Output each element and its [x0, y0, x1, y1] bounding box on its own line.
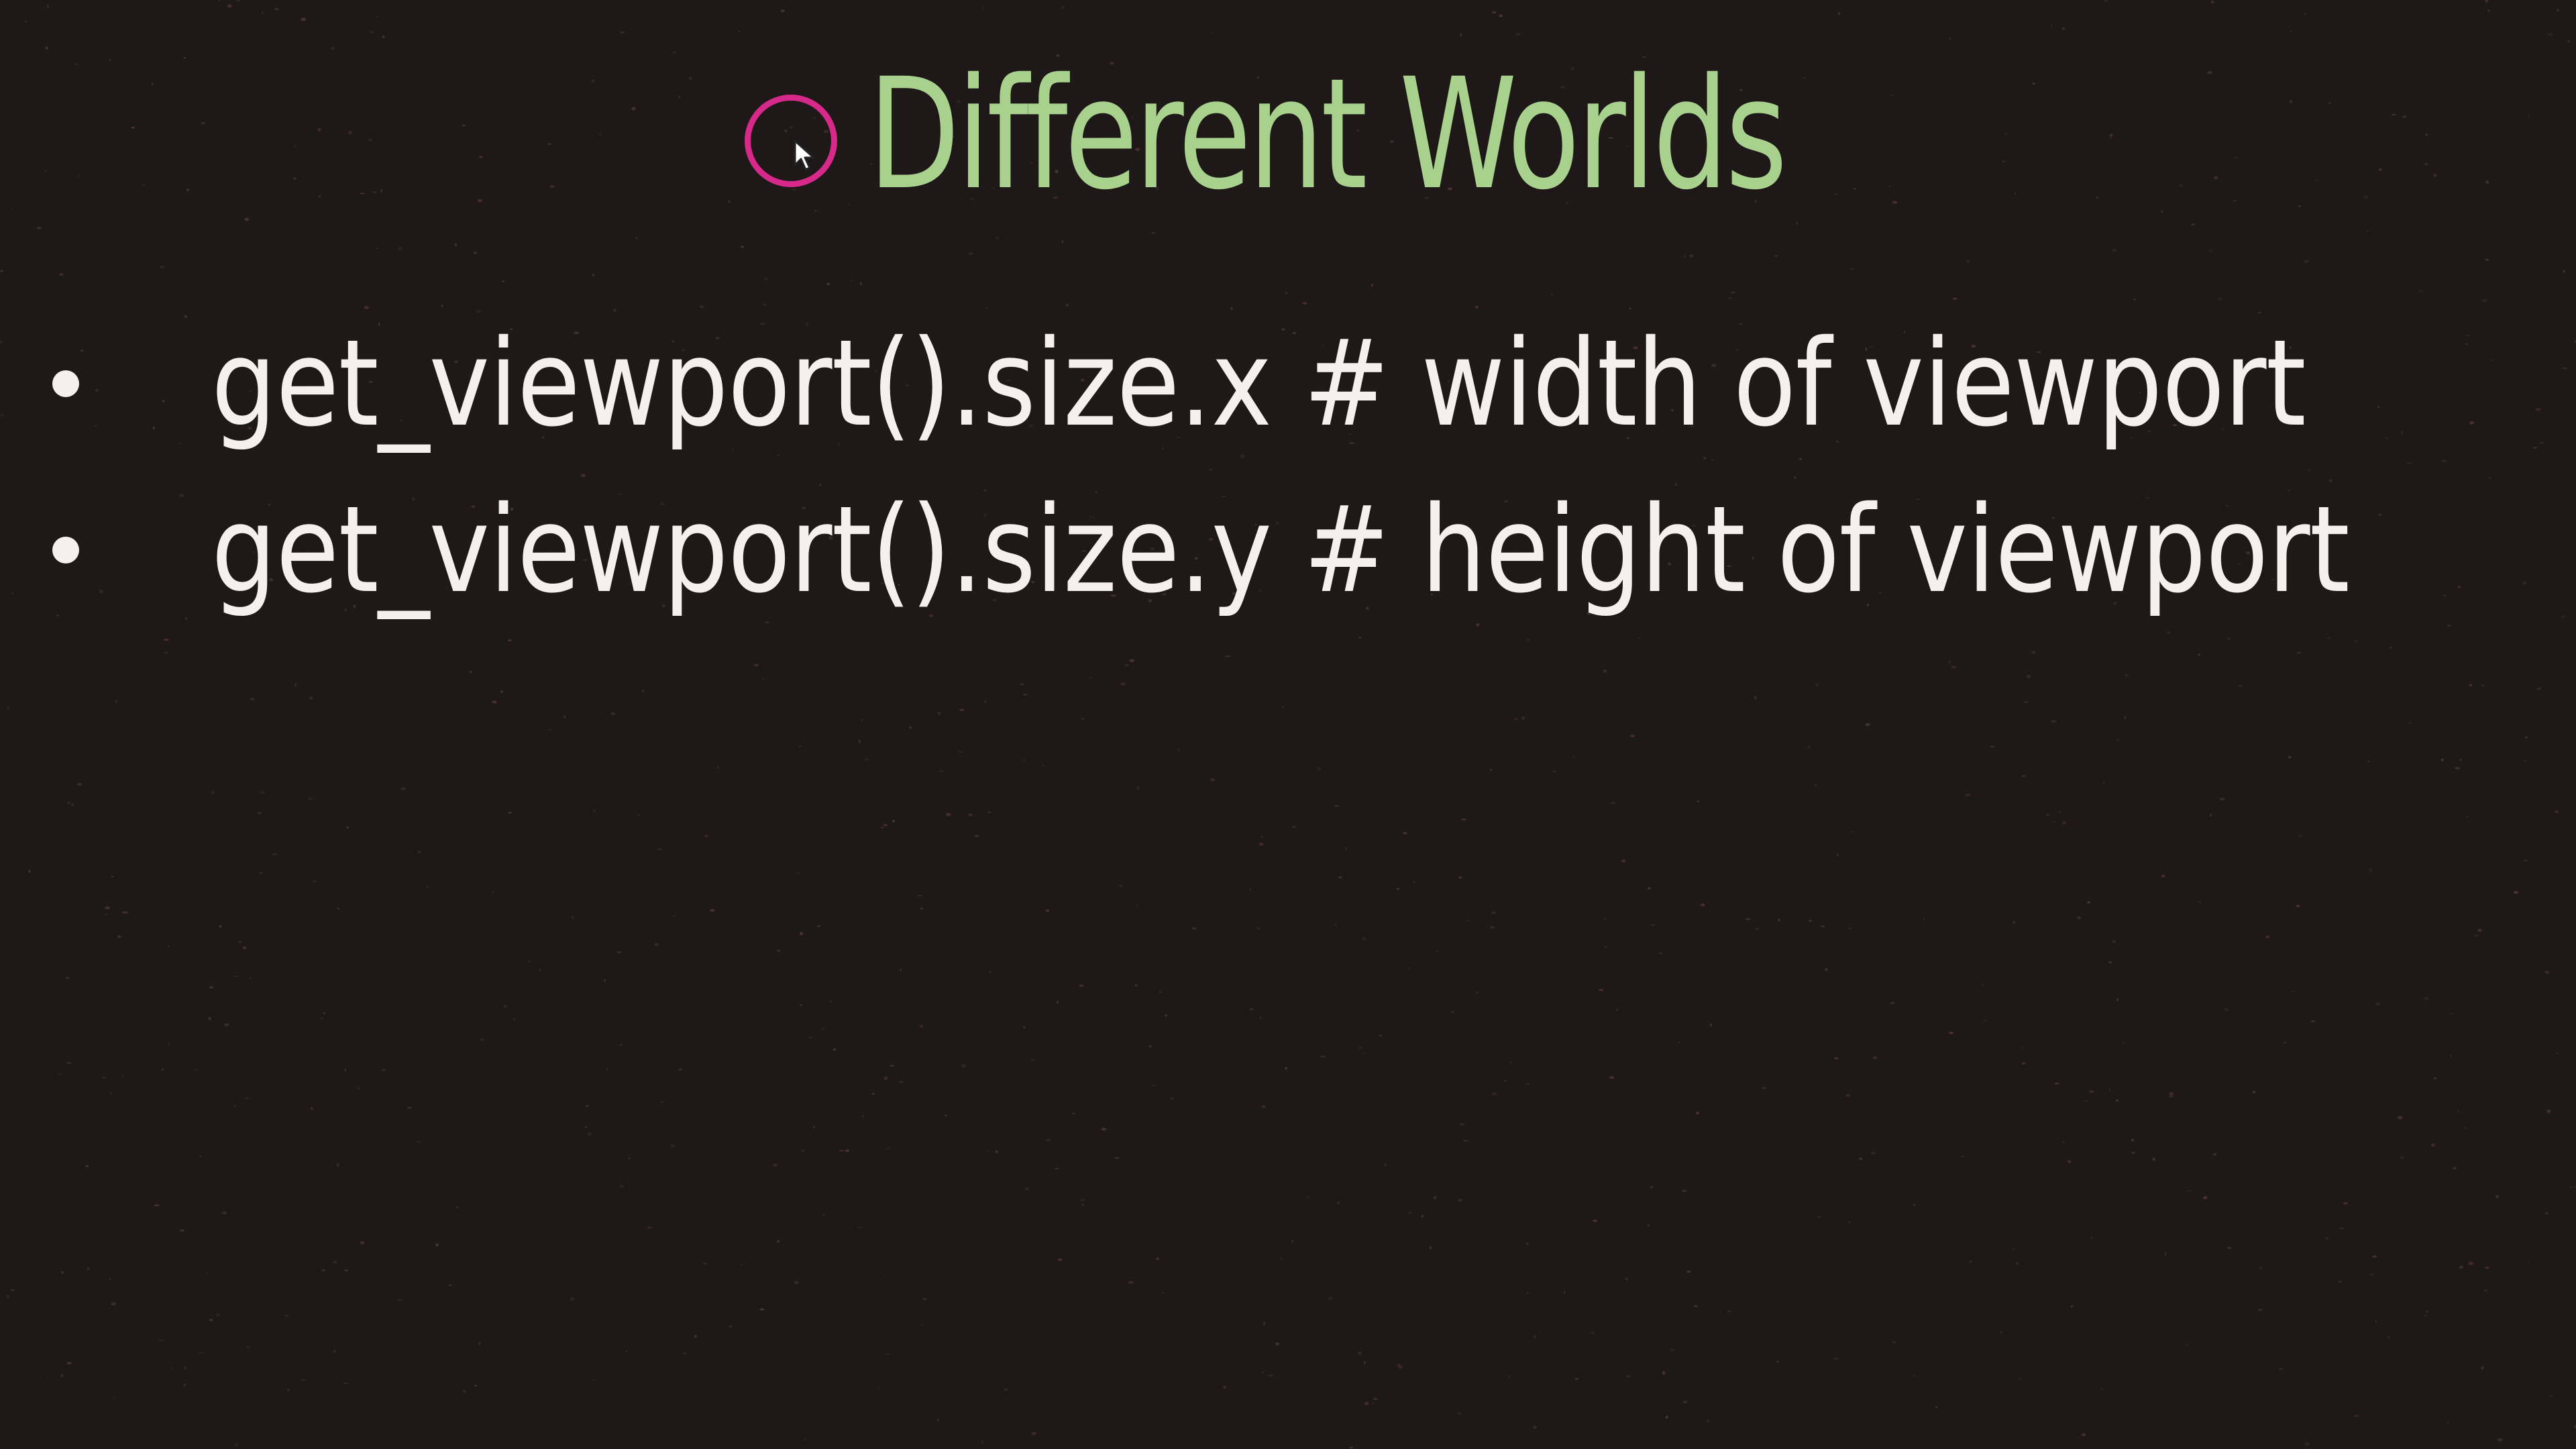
- bullet-dot-icon: [52, 537, 79, 564]
- slide: Different Worlds get_viewport().size.x #…: [0, 0, 2576, 1449]
- bullet-text: get_viewport().size.x # width of viewpor…: [211, 314, 2306, 453]
- slide-title: Different Worlds: [868, 45, 1788, 223]
- bullet-text: get_viewport().size.y # height of viewpo…: [211, 480, 2350, 619]
- mouse-pointer-icon: [794, 140, 815, 171]
- bullet-dot-icon: [52, 370, 79, 397]
- cursor-highlight-ring: [745, 95, 837, 187]
- title-row: Different Worlds: [745, 40, 2043, 228]
